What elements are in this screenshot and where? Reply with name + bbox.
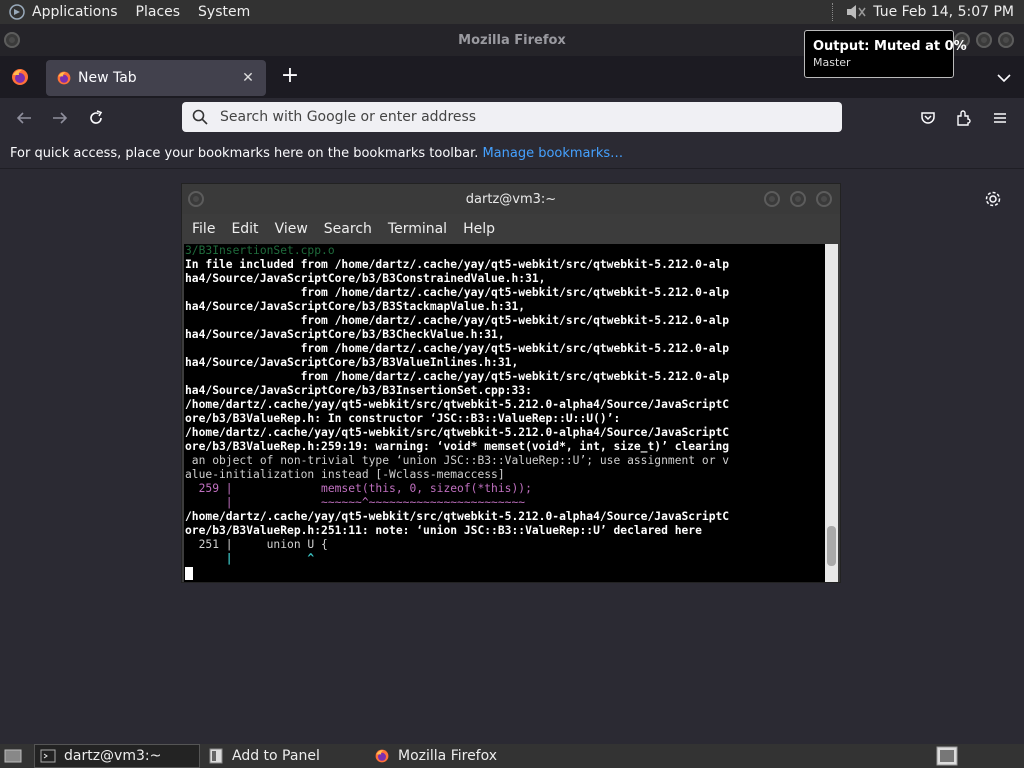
search-input[interactable] (218, 108, 822, 126)
hamburger-menu-icon[interactable] (990, 108, 1010, 128)
terminal-output[interactable]: 3/B3InsertionSet.cpp.o In file included … (184, 244, 825, 582)
tab-new-tab[interactable]: New Tab ✕ (46, 60, 266, 96)
volume-muted-icon[interactable] (845, 2, 867, 22)
terminal-line: from /home/dartz/.cache/yay/qt5-webkit/s… (185, 370, 730, 383)
bookmarks-message: For quick access, place your bookmarks h… (10, 145, 479, 161)
terminal-line: /home/dartz/.cache/yay/qt5-webkit/src/qt… (185, 510, 730, 523)
bottom-taskbar: dartz@vm3:~ Add to Panel Mozilla Firefox (0, 744, 1024, 768)
terminal-line: ore/b3/B3ValueRep.h: In constructor ‘JSC… (185, 412, 621, 425)
tooltip-title: Output: Muted at 0% (813, 39, 967, 54)
taskbar-item-label: Add to Panel (232, 748, 320, 764)
terminal-line: ha4/Source/JavaScriptCore/b3/B3ValueInli… (185, 356, 519, 369)
maximize-button[interactable] (976, 32, 992, 48)
system-menu[interactable]: System (198, 4, 250, 20)
terminal-line: 259 | memset(this, 0, sizeof(*this)); (185, 482, 532, 495)
manage-bookmarks-link[interactable]: Manage bookmarks… (482, 146, 623, 161)
terminal-window-menu-button[interactable] (188, 191, 204, 207)
terminal-line: ha4/Source/JavaScriptCore/b3/B3Constrain… (185, 272, 546, 285)
close-tab-icon[interactable]: ✕ (240, 70, 256, 86)
terminal-line: | ^ (185, 552, 315, 565)
list-all-tabs-icon[interactable] (996, 70, 1012, 84)
terminal-line: ha4/Source/JavaScriptCore/b3/B3Insertion… (185, 384, 532, 397)
menu-terminal[interactable]: Terminal (388, 221, 447, 237)
terminal-icon (40, 748, 56, 764)
terminal-close-button[interactable] (816, 191, 832, 207)
terminal-line: ore/b3/B3ValueRep.h:259:19: warning: ‘vo… (185, 440, 730, 453)
terminal-title: dartz@vm3:~ (465, 191, 557, 207)
terminal-line: from /home/dartz/.cache/yay/qt5-webkit/s… (185, 342, 730, 355)
new-tab-button[interactable]: + (280, 65, 300, 88)
terminal-line: ore/b3/B3ValueRep.h:251:11: note: ‘union… (185, 524, 702, 537)
window-menu-button[interactable] (4, 32, 20, 48)
bookmarks-toolbar: For quick access, place your bookmarks h… (0, 138, 1024, 169)
window-title: Mozilla Firefox (458, 32, 566, 48)
taskbar-item-label: dartz@vm3:~ (64, 748, 162, 764)
terminal-titlebar[interactable]: dartz@vm3:~ (182, 184, 840, 214)
terminal-scrollbar[interactable] (825, 244, 838, 582)
terminal-line: from /home/dartz/.cache/yay/qt5-webkit/s… (185, 286, 730, 299)
menu-help[interactable]: Help (463, 221, 495, 237)
taskbar-item-label: Mozilla Firefox (398, 748, 498, 764)
terminal-line: alue-initialization instead [-Wclass-mem… (185, 468, 505, 481)
address-bar[interactable] (182, 102, 842, 132)
terminal-line: | ~~~~~~^~~~~~~~~~~~~~~~~~~~~~~~ (185, 496, 526, 509)
menu-view[interactable]: View (275, 221, 308, 237)
applications-menu[interactable]: Applications (32, 4, 118, 20)
terminal-cursor (185, 566, 193, 580)
terminal-line: ha4/Source/JavaScriptCore/b3/B3CheckValu… (185, 328, 505, 341)
terminal-line: /home/dartz/.cache/yay/qt5-webkit/src/qt… (185, 398, 730, 411)
workspace-switcher-icon[interactable] (936, 744, 958, 768)
menu-edit[interactable]: Edit (231, 221, 258, 237)
clock[interactable]: Tue Feb 14, 5:07 PM (873, 4, 1014, 20)
terminal-scrollbar-thumb[interactable] (827, 526, 836, 566)
terminal-minimize-button[interactable] (764, 191, 780, 207)
close-button[interactable] (998, 32, 1014, 48)
add-to-panel-icon (208, 748, 224, 764)
navigation-bar (0, 98, 1024, 138)
terminal-line: In file included from /home/dartz/.cache… (185, 258, 730, 271)
terminal-line: /home/dartz/.cache/yay/qt5-webkit/src/qt… (185, 426, 730, 439)
terminal-line: an object of non-trivial type ‘union JSC… (185, 454, 730, 467)
taskbar-item-firefox[interactable]: Mozilla Firefox (374, 744, 574, 768)
panel-handle-icon (832, 3, 837, 21)
terminal-window[interactable]: dartz@vm3:~ File Edit View Search Termin… (182, 184, 840, 582)
show-desktop-icon[interactable] (4, 744, 22, 768)
terminal-line: 3/B3InsertionSet.cpp.o (185, 244, 335, 257)
terminal-prompt[interactable] (184, 566, 825, 580)
extensions-icon[interactable] (954, 108, 974, 128)
menu-search[interactable]: Search (324, 221, 372, 237)
gear-icon[interactable] (984, 190, 1002, 208)
firefox-tab-icon (56, 70, 72, 86)
volume-tooltip: Output: Muted at 0% Master (804, 30, 967, 78)
menu-file[interactable]: File (192, 221, 215, 237)
gnome-foot-icon[interactable] (8, 3, 26, 21)
terminal-menubar: File Edit View Search Terminal Help (182, 214, 840, 244)
terminal-line: ha4/Source/JavaScriptCore/b3/B3StackmapV… (185, 300, 526, 313)
reload-icon[interactable] (86, 108, 106, 128)
search-icon (192, 109, 208, 125)
places-menu[interactable]: Places (136, 4, 181, 20)
terminal-maximize-button[interactable] (790, 191, 806, 207)
back-arrow-icon[interactable] (14, 108, 34, 128)
pocket-icon[interactable] (918, 108, 938, 128)
taskbar-item-terminal[interactable]: dartz@vm3:~ (34, 744, 200, 768)
tab-title: New Tab (78, 70, 137, 86)
forward-arrow-icon[interactable] (50, 108, 70, 128)
terminal-line: 251 | union U { (185, 538, 328, 551)
terminal-line: from /home/dartz/.cache/yay/qt5-webkit/s… (185, 314, 730, 327)
firefox-icon (374, 748, 390, 764)
firefox-view-icon[interactable] (10, 67, 30, 87)
tooltip-subtitle: Master (813, 56, 851, 69)
taskbar-item-add-to-panel[interactable]: Add to Panel (206, 744, 366, 768)
top-panel: Applications Places System Tue Feb 14, 5… (0, 0, 1024, 24)
